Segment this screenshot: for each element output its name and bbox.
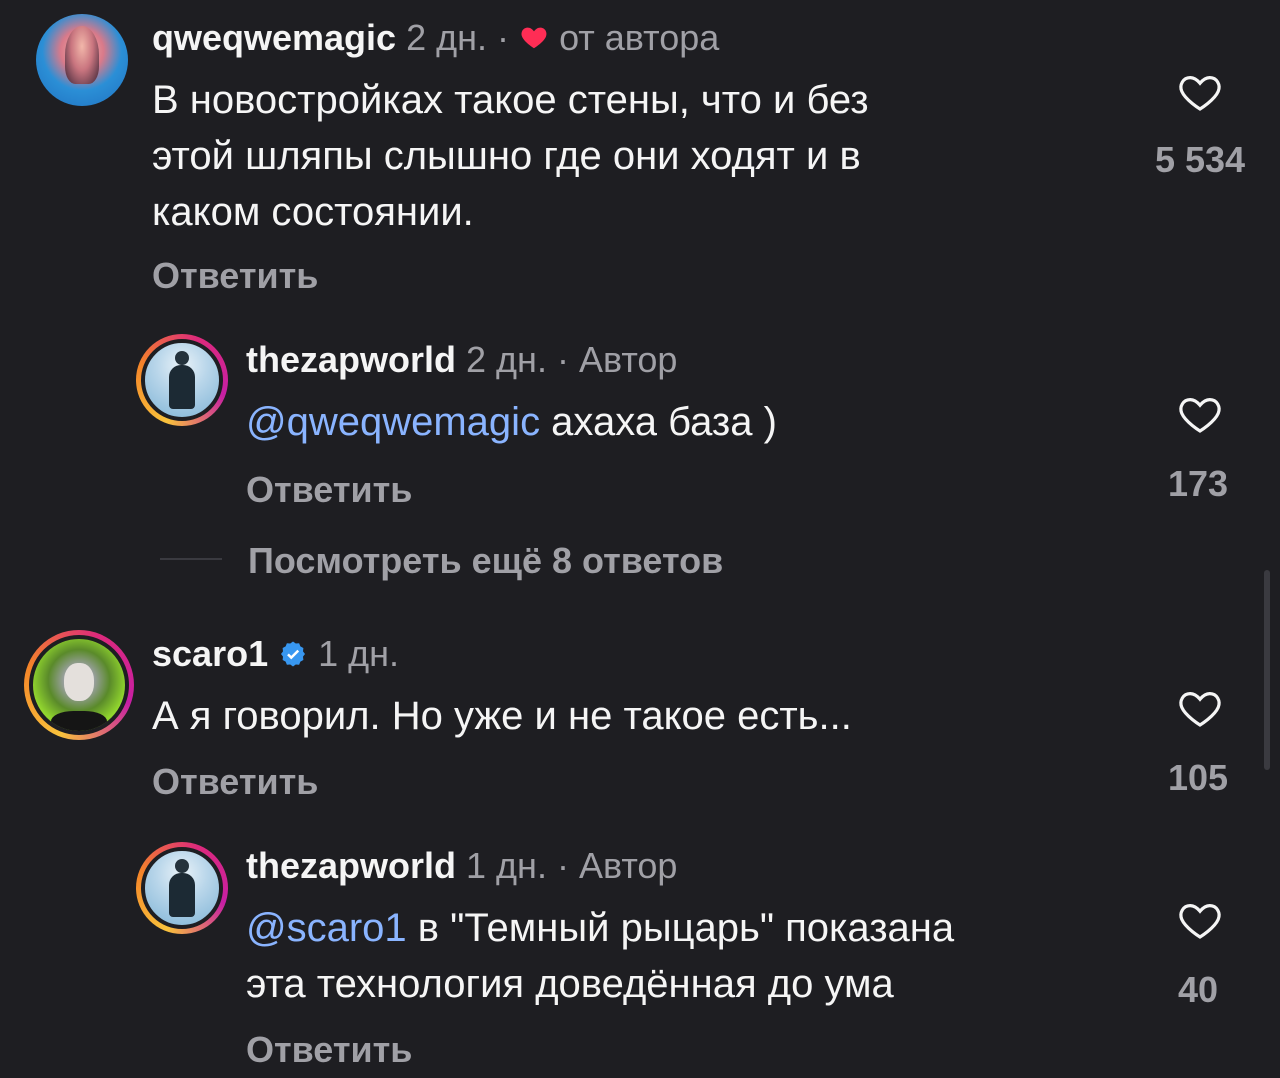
reply-button[interactable]: Ответить (246, 472, 412, 508)
comment-text: А я говорил. Но уже и не такое есть... (152, 688, 852, 744)
avatar[interactable] (136, 842, 228, 934)
like-count: 105 (1167, 757, 1229, 798)
author-badge: Автор (578, 845, 678, 886)
author-liked-badge: от автора (559, 17, 720, 58)
separator: · (556, 845, 569, 886)
reply-button[interactable]: Ответить (152, 764, 318, 800)
avatar[interactable] (136, 334, 228, 426)
author-badge: Автор (578, 339, 678, 380)
comment-text-line: @scaro1 в "Темный рыцарь" показана (246, 900, 954, 956)
comment-text-line: эта технология доведённая до ума (246, 962, 894, 1006)
comment-text-line: А я говорил. Но уже и не такое есть... (152, 694, 852, 738)
avatar-portrait (65, 26, 99, 84)
avatar-figure (169, 351, 195, 409)
comment-text-line: каком состоянии. (152, 190, 474, 234)
divider-line (160, 558, 222, 560)
avatar-image (141, 847, 223, 929)
like-count: 40 (1177, 969, 1219, 1010)
like-count: 173 (1167, 463, 1229, 504)
comment-text-line: В новостройках такое стены, что и без (152, 78, 869, 122)
comment-header: qweqwemagic 2 дн. · от автора (152, 20, 719, 56)
comment-text-content: в "Темный рыцарь" показана (406, 906, 955, 950)
username[interactable]: qweqwemagic (152, 17, 396, 58)
avatar[interactable] (36, 14, 128, 106)
comment-time: 1 дн. (466, 845, 547, 886)
comment-text-line: @qweqwemagic ахаха база ) (246, 394, 777, 450)
avatar-figure (169, 859, 195, 917)
comment-text-line: этой шляпы слышно где они ходят и в (152, 134, 861, 178)
comment-text: @scaro1 в "Темный рыцарь" показана эта т… (246, 900, 954, 1012)
username[interactable]: thezapworld (246, 845, 456, 886)
avatar-body (51, 711, 107, 731)
separator: · (556, 339, 569, 380)
like-heart-icon[interactable] (1174, 68, 1226, 116)
reply-button[interactable]: Ответить (152, 258, 318, 294)
comment-time: 2 дн. (406, 17, 488, 58)
comment-text: @qweqwemagic ахаха база ) (246, 394, 777, 450)
like-heart-icon[interactable] (1174, 390, 1226, 438)
like-heart-icon[interactable] (1174, 896, 1226, 944)
red-heart-icon (521, 27, 547, 49)
avatar[interactable] (24, 630, 134, 740)
username[interactable]: scaro1 (152, 633, 268, 674)
avatar-image (141, 339, 223, 421)
avatar-face (64, 663, 94, 701)
mention-link[interactable]: @qweqwemagic (246, 400, 540, 444)
comment-text-content: ахаха база ) (540, 400, 777, 444)
comment-time: 2 дн. (466, 339, 547, 380)
verified-badge-icon (281, 641, 306, 667)
comment-header: scaro1 1 дн. (152, 636, 399, 672)
comment-header: thezapworld 2 дн. · Автор (246, 342, 677, 378)
like-count: 5 534 (1154, 139, 1246, 180)
comment-header: thezapworld 1 дн. · Автор (246, 848, 677, 884)
like-heart-icon[interactable] (1174, 684, 1226, 732)
avatar-image (29, 635, 129, 735)
comment-text: В новостройках такое стены, что и без эт… (152, 72, 869, 240)
scrollbar[interactable] (1264, 570, 1270, 770)
view-more-replies-label[interactable]: Посмотреть ещё 8 ответов (248, 540, 723, 582)
username[interactable]: thezapworld (246, 339, 456, 380)
reply-button[interactable]: Ответить (246, 1032, 412, 1068)
comment-time: 1 дн. (318, 633, 400, 674)
mention-link[interactable]: @scaro1 (246, 906, 407, 950)
separator: · (497, 17, 510, 58)
